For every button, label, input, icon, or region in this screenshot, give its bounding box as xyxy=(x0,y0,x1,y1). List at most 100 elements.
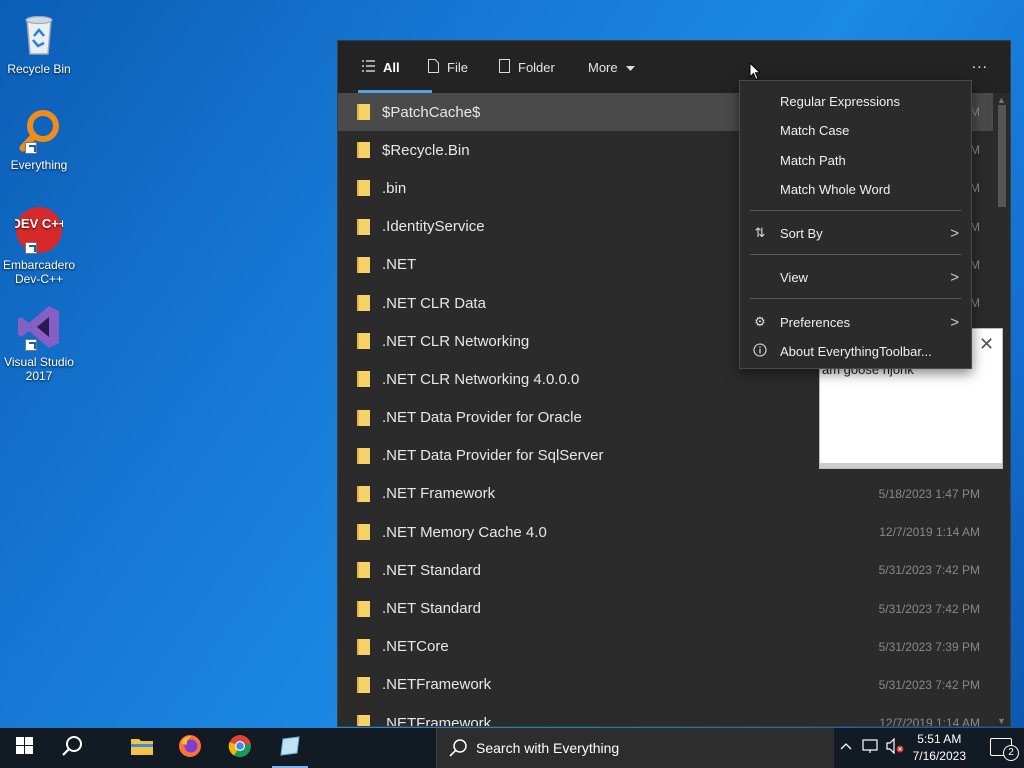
desktop-icon-devcpp[interactable]: DEV C++ Embarcadero Dev-C++ xyxy=(2,206,76,286)
taskbar-file-explorer[interactable] xyxy=(118,728,166,768)
result-name: .NET Standard xyxy=(382,561,481,579)
result-name: .NETFramework xyxy=(382,714,492,727)
windows-icon xyxy=(15,737,33,759)
volume-muted-icon[interactable] xyxy=(886,737,904,757)
note-window-bottom-bar xyxy=(820,463,1002,468)
menu-item-match-path[interactable]: Match Path xyxy=(740,146,971,174)
folder-icon xyxy=(357,715,370,726)
taskbar-everything-toolbar[interactable] xyxy=(266,728,314,768)
folder-icon xyxy=(499,58,510,76)
search-icon xyxy=(61,735,83,762)
search-placeholder: Search with Everything xyxy=(476,740,620,756)
info-icon xyxy=(752,343,768,359)
network-icon[interactable] xyxy=(862,738,880,757)
more-options-button[interactable]: ... xyxy=(972,55,988,73)
result-row[interactable]: .NETCore 5/31/2023 7:39 PM xyxy=(338,628,995,666)
taskbar: Search with Everything 5:51 AM 7/16/2023… xyxy=(0,728,1024,768)
folder-icon xyxy=(357,295,370,312)
desktop-icon-recycle-bin[interactable]: Recycle Bin xyxy=(2,10,76,76)
folder-icon xyxy=(357,600,370,617)
file-explorer-icon xyxy=(131,737,153,760)
folder-icon xyxy=(357,371,370,388)
folder-icon xyxy=(357,218,370,235)
scroll-down-icon[interactable]: ▼ xyxy=(997,716,1006,726)
result-row[interactable]: .NETFramework 12/7/2019 1:14 AM xyxy=(338,704,995,727)
menu-item-regular-expressions[interactable]: Regular Expressions xyxy=(740,87,971,115)
everything-search-box[interactable]: Search with Everything xyxy=(436,728,834,768)
result-name: .NET CLR Networking 4.0.0.0 xyxy=(382,370,580,388)
clock-date: 7/16/2023 xyxy=(912,749,966,763)
desktop-icon-label: Embarcadero Dev-C++ xyxy=(2,258,76,286)
menu-item-sort-by[interactable]: ⇅ Sort By > xyxy=(740,219,971,247)
result-name: .NETCore xyxy=(382,638,449,656)
result-name: .NET Standard xyxy=(382,600,481,618)
menu-item-label: View xyxy=(780,269,808,285)
scrollbar-thumb[interactable] xyxy=(998,105,1006,207)
menu-separator xyxy=(750,210,961,211)
tab-all[interactable]: All xyxy=(358,41,432,93)
tab-folder[interactable]: Folder xyxy=(499,41,555,93)
menu-item-label: Match Case xyxy=(780,122,850,138)
menu-item-match-whole-word[interactable]: Match Whole Word xyxy=(740,175,971,203)
folder-icon xyxy=(357,142,370,159)
menu-item-label: About EverythingToolbar... xyxy=(780,343,932,359)
result-date: 5/18/2023 1:47 PM xyxy=(878,486,980,501)
folder-icon xyxy=(357,676,370,693)
folder-icon xyxy=(357,180,370,197)
menu-item-label: Sort By xyxy=(780,225,823,241)
desktop-icon-everything[interactable]: Everything xyxy=(2,106,76,172)
folder-icon xyxy=(357,447,370,464)
mouse-cursor-icon xyxy=(749,61,762,86)
chevron-right-icon: > xyxy=(950,268,959,286)
menu-separator xyxy=(750,254,961,255)
shortcut-arrow-icon xyxy=(25,242,37,254)
folder-icon xyxy=(357,256,370,273)
result-row[interactable]: .NET Framework 5/18/2023 1:47 PM xyxy=(338,475,995,513)
close-icon[interactable]: ✕ xyxy=(970,329,1002,361)
desktop-icon-label: Everything xyxy=(10,158,68,172)
result-row[interactable]: .NET Standard 5/31/2023 7:42 PM xyxy=(338,551,995,589)
search-button[interactable] xyxy=(48,728,96,768)
result-name: .NET Framework xyxy=(382,485,496,503)
taskbar-firefox[interactable] xyxy=(166,728,214,768)
menu-item-match-case[interactable]: Match Case xyxy=(740,116,971,144)
list-icon xyxy=(362,59,375,75)
start-button[interactable] xyxy=(0,728,48,768)
folder-icon xyxy=(357,524,370,541)
desktop-icon-visual-studio[interactable]: Visual Studio 2017 xyxy=(2,303,76,383)
shortcut-arrow-icon xyxy=(25,142,37,154)
devcpp-icon-text: DEV C++ xyxy=(15,216,63,231)
clock-time: 5:51 AM xyxy=(917,732,962,746)
result-row[interactable]: .NET Memory Cache 4.0 12/7/2019 1:14 AM xyxy=(338,513,995,551)
menu-item-label: Match Whole Word xyxy=(780,181,891,197)
result-date: 5/31/2023 7:42 PM xyxy=(878,563,980,578)
clock[interactable]: 5:51 AM 7/16/2023 xyxy=(913,731,966,765)
result-date: 12/7/2019 1:14 AM xyxy=(879,716,980,727)
result-name: .NET Memory Cache 4.0 xyxy=(382,523,547,541)
taskbar-chrome[interactable] xyxy=(216,728,264,768)
folder-icon xyxy=(357,104,370,121)
result-name: $Recycle.Bin xyxy=(382,141,470,159)
result-name: .IdentityService xyxy=(382,218,485,236)
result-date: 12/7/2019 1:14 AM xyxy=(879,525,980,540)
result-name: .NET CLR Networking xyxy=(382,332,530,350)
menu-item-view[interactable]: View > xyxy=(740,263,971,291)
tab-label: Folder xyxy=(518,59,555,75)
tab-label: All xyxy=(383,59,400,75)
tab-more[interactable]: More xyxy=(588,41,635,93)
menu-item-about[interactable]: About EverythingToolbar... xyxy=(740,337,971,365)
action-center-button[interactable]: 2 xyxy=(990,738,1019,761)
folder-icon xyxy=(357,638,370,655)
scroll-up-icon[interactable]: ▲ xyxy=(997,95,1006,105)
result-row[interactable]: .NETFramework 5/31/2023 7:42 PM xyxy=(338,666,995,704)
everything-toolbar-icon xyxy=(279,735,301,762)
tab-file[interactable]: File xyxy=(428,41,468,93)
result-row[interactable]: .NET Standard 5/31/2023 7:42 PM xyxy=(338,589,995,627)
menu-item-preferences[interactable]: ⚙ Preferences > xyxy=(740,308,971,336)
menu-item-label: Regular Expressions xyxy=(780,93,900,109)
tab-label: More xyxy=(588,59,618,75)
chrome-icon xyxy=(228,734,252,763)
result-name: .NET Data Provider for SqlServer xyxy=(382,447,604,465)
result-name: .NET CLR Data xyxy=(382,294,486,312)
chevron-up-icon[interactable] xyxy=(840,738,852,753)
